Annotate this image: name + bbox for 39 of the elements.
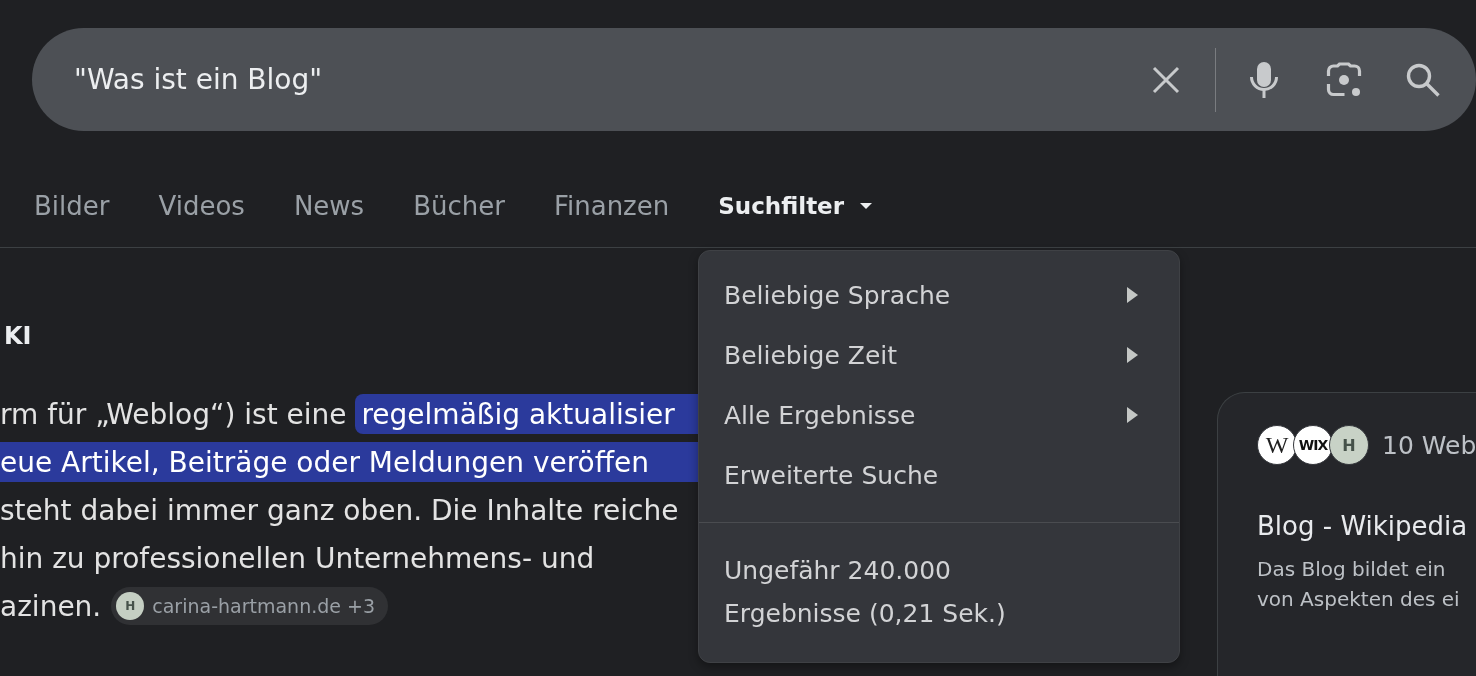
menu-item[interactable]: Erweiterte Suche	[699, 445, 1179, 505]
search-icon	[1406, 62, 1440, 97]
tab[interactable]: Finanzen	[553, 181, 670, 230]
overview-text: hin zu professionellen Unternehmens- und	[0, 540, 595, 577]
clear-button[interactable]	[1152, 65, 1180, 94]
overview-text: rm für „Weblog“) ist eine regelmäßig aktualisier	[0, 390, 698, 438]
site-logo: WIX	[1293, 425, 1333, 465]
caret-icon	[860, 202, 873, 209]
tab[interactable]: News	[293, 181, 365, 230]
source-chip[interactable]: H carina-hartmann.de +3	[111, 587, 388, 625]
result-stats: Ungefähr 240.000 Ergebnisse (0,21 Sek.)	[724, 555, 1007, 630]
overview-text: azinen.	[0, 588, 102, 625]
site-logo: H	[116, 592, 145, 620]
menu-item[interactable]: Beliebige Zeit	[699, 325, 1179, 385]
result-snippet: von Aspekten des ei	[1257, 586, 1460, 613]
microphone-icon	[1250, 61, 1278, 98]
submenu-arrow-icon	[1127, 347, 1138, 363]
menu-item[interactable]: Alle Ergebnisse	[699, 385, 1179, 445]
search-input[interactable]: "Was ist ein Blog"	[74, 57, 1117, 102]
result-title[interactable]: Blog - Wikipedia	[1257, 509, 1468, 543]
tab[interactable]: Bilder	[34, 181, 110, 230]
result-snippet: Das Blog bildet ein	[1257, 556, 1446, 583]
close-icon	[1152, 65, 1180, 94]
submenu-arrow-icon	[1127, 287, 1138, 303]
tab[interactable]: Videos	[158, 181, 245, 230]
search-button[interactable]	[1406, 62, 1440, 97]
submenu-arrow-icon	[1127, 407, 1138, 423]
site-logo: H	[1329, 425, 1369, 465]
tab[interactable]: Bücher	[413, 181, 505, 230]
filter-button[interactable]: Suchfilter	[718, 181, 873, 230]
overview-heading: KI	[3, 321, 32, 352]
search-bar[interactable]: "Was ist ein Blog"	[32, 28, 1476, 131]
sources-count: 10 Web	[1382, 430, 1476, 460]
site-logo: W	[1257, 425, 1297, 465]
voice-search-button[interactable]	[1250, 61, 1278, 98]
menu-item[interactable]: Beliebige Sprache	[699, 265, 1179, 325]
overview-text: steht dabei immer ganz oben. Die Inhalte reiche	[0, 492, 679, 529]
camera-lens-icon	[1326, 61, 1362, 98]
image-search-button[interactable]	[1326, 61, 1362, 98]
